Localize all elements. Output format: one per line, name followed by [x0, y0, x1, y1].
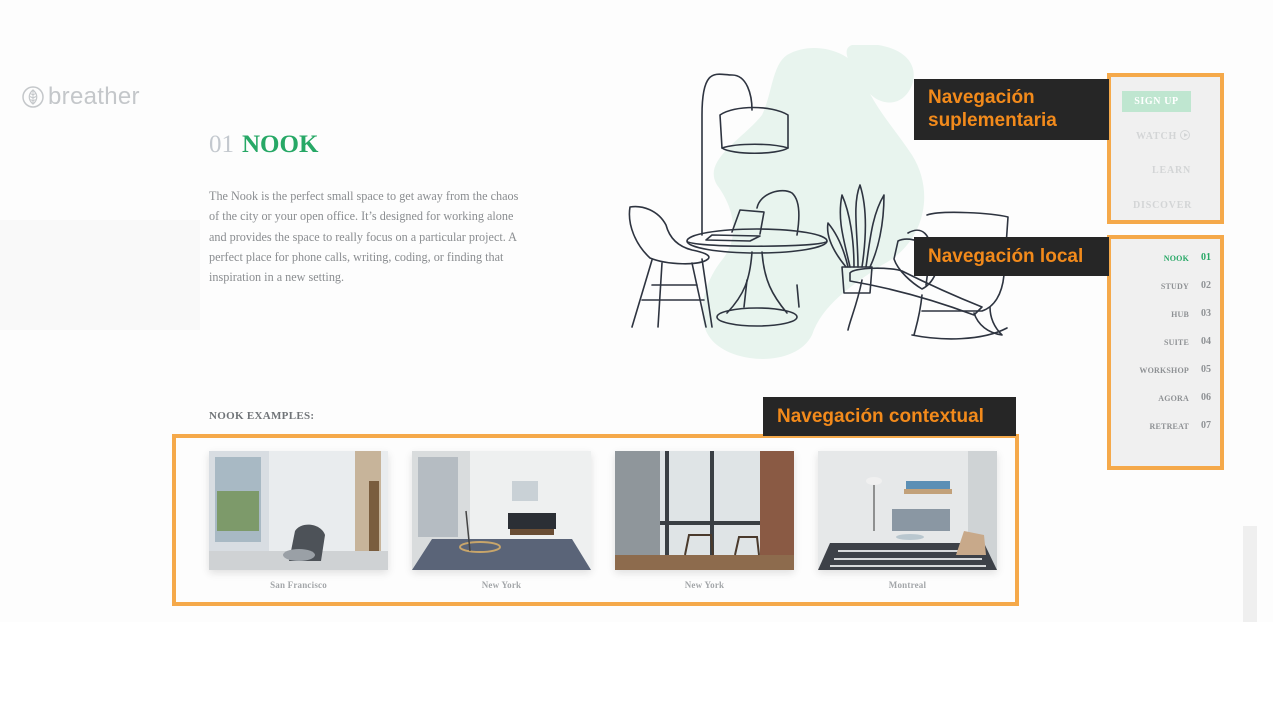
page-title: 01 NOOK [209, 130, 318, 160]
local-nav-frame [1107, 235, 1224, 470]
examples-heading: NOOK EXAMPLES: [209, 410, 315, 422]
annotation-supplementary: Navegación suplementaria [914, 79, 1109, 140]
section-number: 01 [209, 131, 234, 158]
logo[interactable]: breather [22, 84, 140, 110]
scrollbar[interactable] [1243, 526, 1257, 622]
annotation-contextual: Navegación contextual [763, 397, 1016, 436]
leaf-circle-icon [22, 86, 44, 108]
annotation-local: Navegación local [914, 237, 1109, 276]
logo-text: breather [48, 83, 140, 110]
section-name: NOOK [242, 131, 319, 158]
supplementary-nav-frame [1107, 73, 1224, 224]
faded-background-band [0, 220, 200, 330]
contextual-nav-frame [172, 434, 1019, 606]
page-bottom [0, 622, 1273, 710]
section-description: The Nook is the perfect small space to g… [209, 189, 519, 285]
